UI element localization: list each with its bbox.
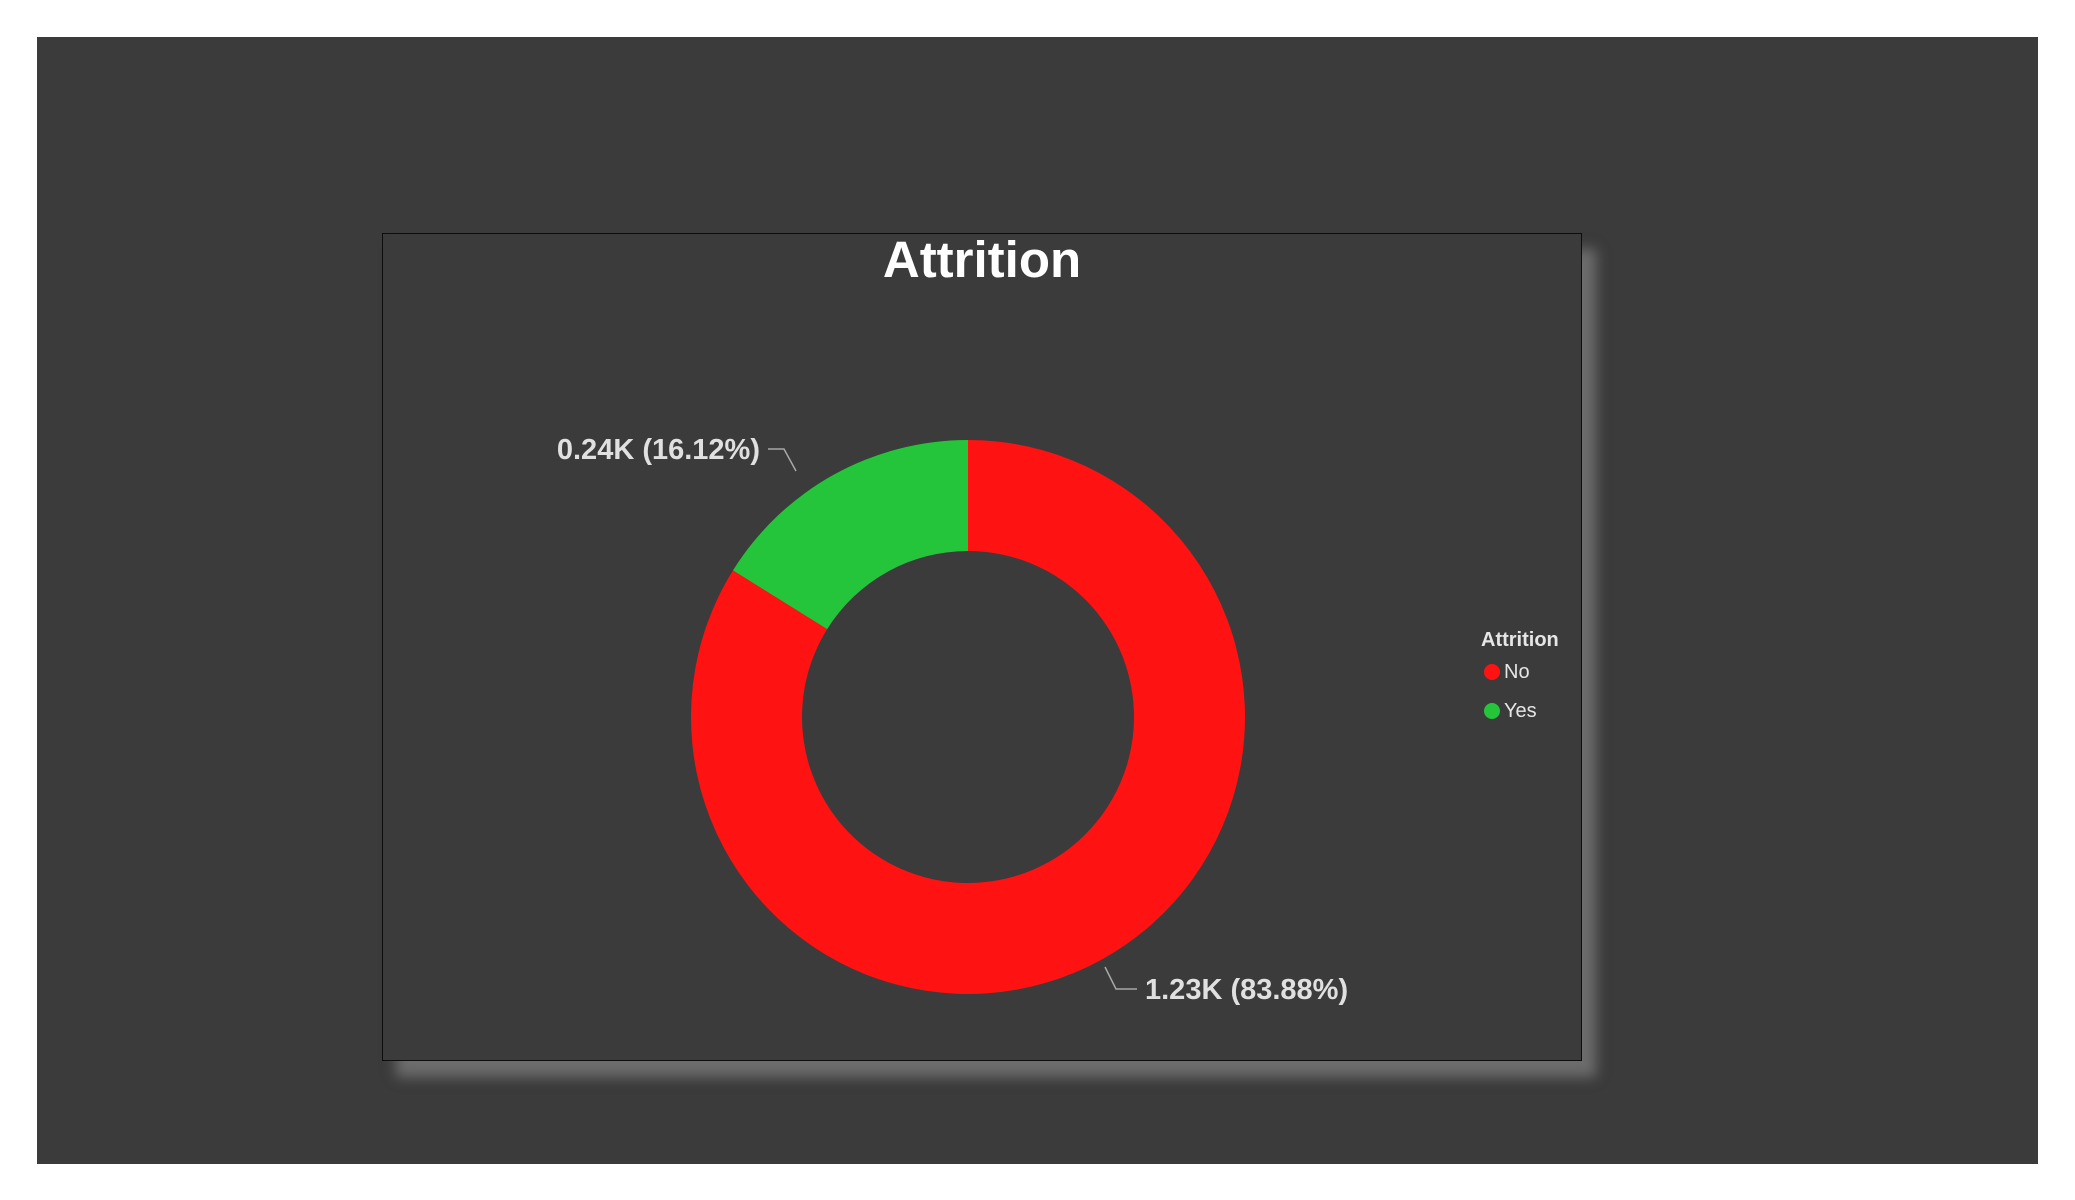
donut-chart: 1.23K (83.88%) 0.24K (16.12%) (557, 434, 1348, 1006)
legend-label-yes: Yes (1504, 700, 1537, 722)
legend-title: Attrition (1481, 629, 1559, 651)
leader-line-no (1104, 966, 1137, 990)
leader-line-yes (768, 448, 797, 472)
legend-marker-no (1484, 664, 1500, 680)
legend-label-no: No (1504, 661, 1530, 683)
legend-marker-yes (1484, 703, 1500, 719)
data-label-yes: 0.24K (16.12%) (557, 434, 760, 466)
data-label-no: 1.23K (83.88%) (1145, 974, 1348, 1006)
report-canvas: Attrition 1.23K (83.88%) 0.24K (16.12%) A… (37, 37, 2038, 1164)
legend-item-no[interactable]: No (1481, 659, 1559, 685)
legend-item-yes[interactable]: Yes (1481, 698, 1559, 724)
donut-chart-visual[interactable]: Attrition 1.23K (83.88%) 0.24K (16.12%) A… (382, 231, 1582, 1061)
legend[interactable]: Attrition No Yes (1481, 627, 1559, 737)
